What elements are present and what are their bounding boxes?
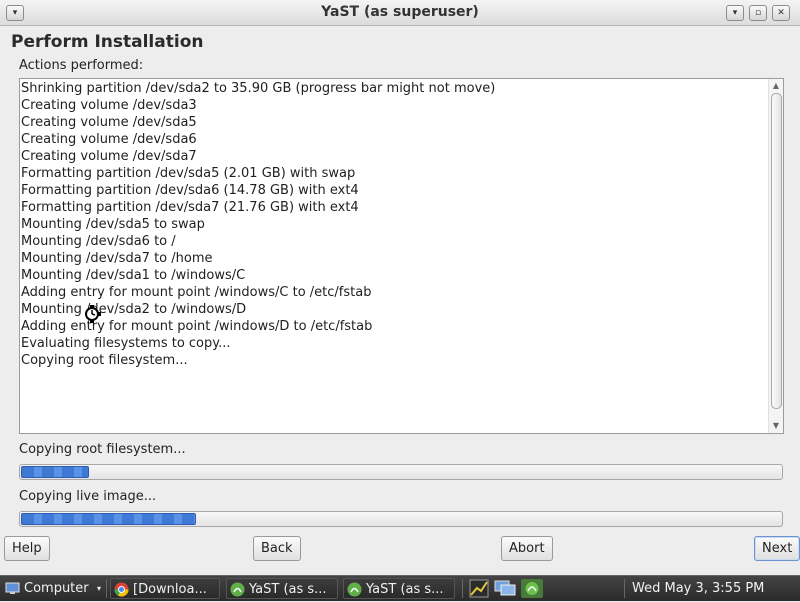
progress-root-label: Copying root filesystem... — [19, 442, 186, 457]
yast-tray-icon[interactable] — [521, 579, 543, 598]
taskbar-clock[interactable]: Wed May 3, 3:55 PM — [632, 578, 764, 599]
log-line: Mounting /dev/sda2 to /windows/D — [21, 302, 247, 317]
taskbar-task-yast-2[interactable]: YaST (as s... — [343, 578, 455, 599]
task-label: [Downloa... — [133, 582, 207, 597]
log-line: Creating volume /dev/sda5 — [21, 115, 197, 130]
log-line: Formatting partition /dev/sda7 (21.76 GB… — [21, 200, 359, 215]
taskbar-separator — [462, 579, 463, 598]
back-button[interactable]: Back — [253, 536, 301, 561]
busy-cursor-icon — [83, 305, 101, 327]
chrome-icon — [114, 582, 129, 597]
start-menu-button[interactable]: Computer ▾ — [2, 578, 104, 599]
scroll-up-icon[interactable]: ▲ — [769, 80, 783, 92]
log-line: Formatting partition /dev/sda5 (2.01 GB)… — [21, 166, 356, 181]
log-line: Adding entry for mount point /windows/D … — [21, 319, 373, 334]
yast-icon — [230, 582, 245, 597]
computer-icon — [5, 581, 20, 596]
close-button[interactable]: ✕ — [772, 5, 790, 21]
log-line: Mounting /dev/sda5 to swap — [21, 217, 205, 232]
task-label: YaST (as s... — [366, 582, 444, 597]
log-lines: Shrinking partition /dev/sda2 to 35.90 G… — [21, 80, 767, 369]
log-line: Shrinking partition /dev/sda2 to 35.90 G… — [21, 81, 496, 96]
window-title: YaST (as superuser) — [321, 4, 479, 20]
progress-root-bar — [19, 464, 783, 480]
window-titlebar: ▾ YaST (as superuser) ▾ ▫ ✕ — [0, 0, 800, 26]
scrollbar-thumb[interactable] — [771, 93, 782, 409]
log-line: Copying root filesystem... — [21, 353, 188, 368]
log-line: Creating volume /dev/sda6 — [21, 132, 197, 147]
taskbar-separator — [624, 579, 625, 598]
taskbar: Computer ▾ [Downloa... YaST (as s... YaS… — [0, 575, 800, 601]
log-line: Mounting /dev/sda7 to /home — [21, 251, 213, 266]
taskbar-task-yast-1[interactable]: YaST (as s... — [226, 578, 338, 599]
progress-live-label: Copying live image... — [19, 489, 157, 504]
progress-live-fill — [21, 513, 196, 525]
log-line: Formatting partition /dev/sda6 (14.78 GB… — [21, 183, 359, 198]
network-monitor-icon[interactable] — [469, 579, 489, 598]
help-button[interactable]: Help — [4, 536, 50, 561]
yast-icon — [347, 582, 362, 597]
log-line: Evaluating filesystems to copy... — [21, 336, 231, 351]
start-menu-label: Computer — [24, 581, 89, 596]
progress-root-fill — [21, 466, 89, 478]
actions-label: Actions performed: — [19, 58, 144, 73]
progress-live-bar — [19, 511, 783, 527]
start-chevron-icon: ▾ — [96, 584, 101, 593]
page-title: Perform Installation — [11, 32, 204, 52]
log-scrollbar[interactable]: ▲ ▼ — [768, 79, 783, 433]
next-button[interactable]: Next — [754, 536, 800, 561]
scroll-down-icon[interactable]: ▼ — [769, 420, 783, 432]
actions-log[interactable]: Shrinking partition /dev/sda2 to 35.90 G… — [19, 78, 784, 434]
abort-button[interactable]: Abort — [501, 536, 553, 561]
taskbar-task-browser[interactable]: [Downloa... — [110, 578, 220, 599]
log-line: Adding entry for mount point /windows/C … — [21, 285, 372, 300]
minimize-button[interactable]: ▾ — [726, 5, 744, 21]
log-line: Creating volume /dev/sda3 — [21, 98, 197, 113]
log-line: Creating volume /dev/sda7 — [21, 149, 197, 164]
task-label: YaST (as s... — [249, 582, 327, 597]
maximize-button[interactable]: ▫ — [749, 5, 767, 21]
log-line: Mounting /dev/sda1 to /windows/C — [21, 268, 246, 283]
log-line: Mounting /dev/sda6 to / — [21, 234, 176, 249]
taskbar-separator — [106, 579, 107, 598]
display-icon[interactable] — [494, 579, 516, 598]
